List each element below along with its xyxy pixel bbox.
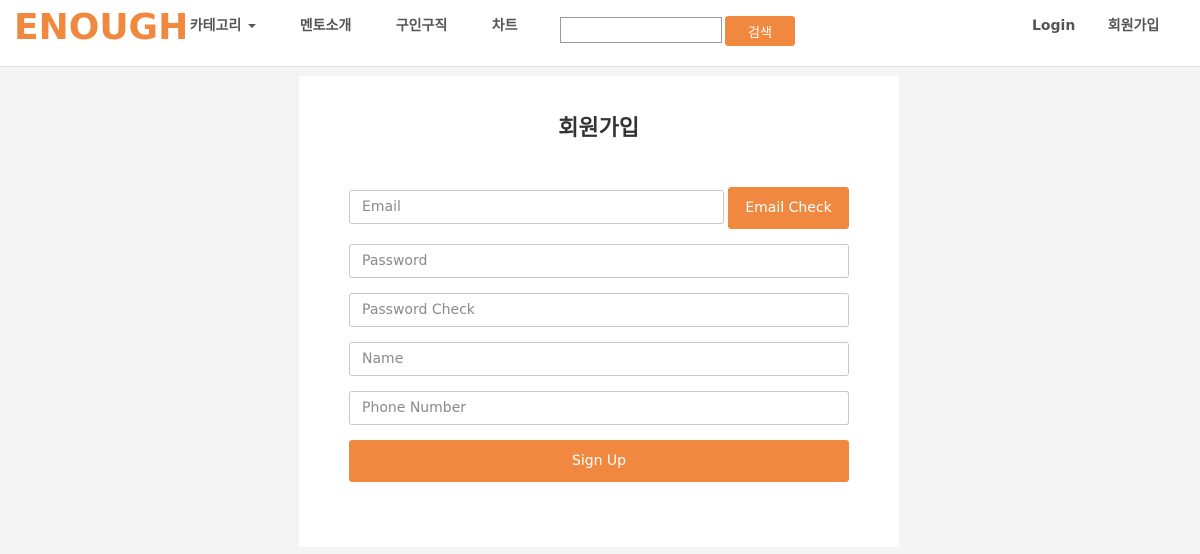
nav-category-dropdown[interactable]: 카테고리 (190, 16, 256, 36)
nav-jobs[interactable]: 구인구직 (396, 16, 448, 36)
caret-down-icon (247, 24, 256, 28)
search-button[interactable]: 검색 (725, 16, 795, 46)
phone-field[interactable] (349, 391, 849, 425)
password-check-field[interactable] (349, 293, 849, 327)
signup-card: 회원가입 Email Check Sign Up (299, 76, 899, 547)
nav-login[interactable]: Login (1032, 16, 1075, 36)
nav-chart[interactable]: 차트 (492, 16, 518, 36)
email-check-button[interactable]: Email Check (728, 187, 849, 229)
nav-mentor[interactable]: 멘토소개 (300, 16, 352, 36)
top-navbar: ENOUGH 카테고리 멘토소개 구인구직 차트 검색 Login 회원가입 (0, 0, 1200, 67)
brand-logo[interactable]: ENOUGH (14, 6, 188, 50)
password-field[interactable] (349, 244, 849, 278)
email-field[interactable] (349, 190, 724, 224)
search-input[interactable] (560, 17, 722, 43)
sign-up-button[interactable]: Sign Up (349, 440, 849, 482)
nav-category-label: 카테고리 (190, 18, 242, 34)
nav-signup[interactable]: 회원가입 (1108, 16, 1160, 36)
page-title: 회원가입 (558, 116, 640, 141)
name-field[interactable] (349, 342, 849, 376)
